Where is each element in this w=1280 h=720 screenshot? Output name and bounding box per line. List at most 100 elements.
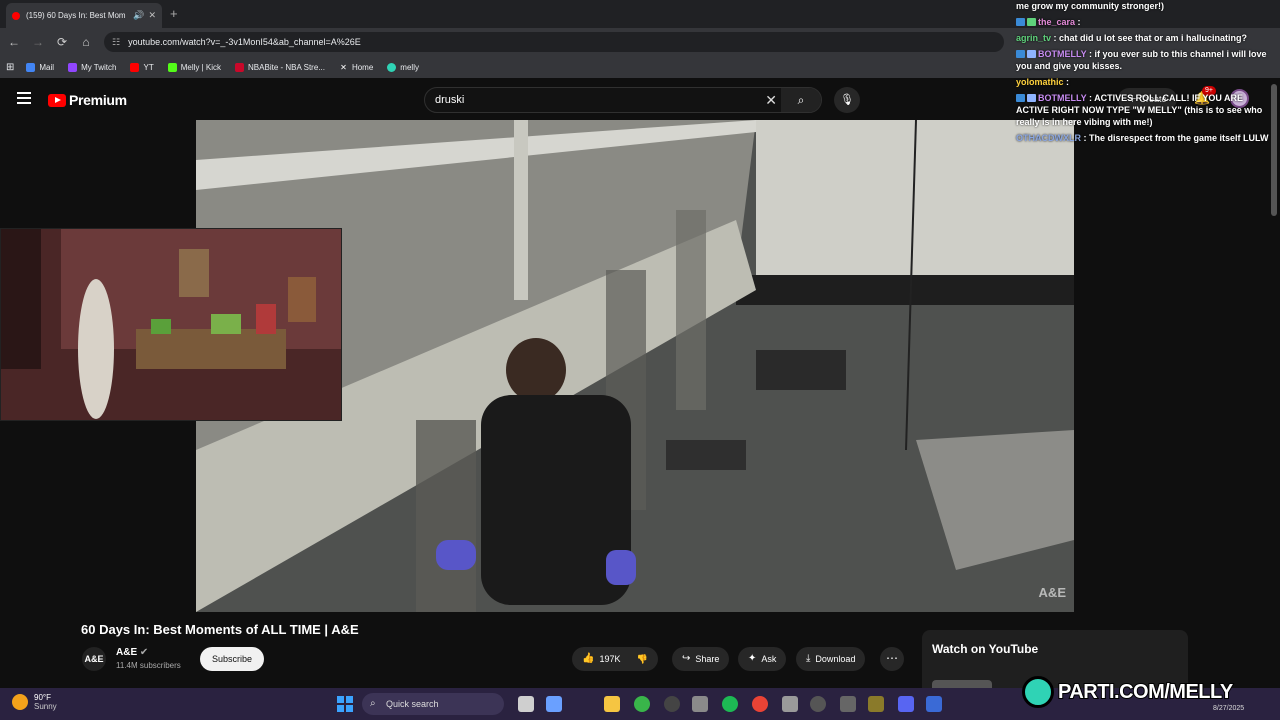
speaker-icon[interactable]: 🔊 (133, 10, 144, 21)
task-view-icon[interactable] (518, 696, 534, 712)
bookmark-melly[interactable]: melly (387, 62, 419, 72)
download-label: Download (815, 654, 856, 664)
chat-message: agrin_tv : chat did u lot see that or am… (1016, 32, 1272, 44)
bookmark-label: Melly | Kick (180, 62, 222, 72)
spotify-icon[interactable] (722, 696, 738, 712)
channel-name[interactable]: A&E ✔ (116, 647, 148, 658)
file-explorer-icon[interactable] (604, 696, 620, 712)
screen: (159) 60 Days In: Best Mom 🔊 ✕ + ← → ⟳ ⌂… (0, 0, 1280, 720)
bookmark-label: My Twitch (81, 62, 117, 72)
youtube-icon (130, 62, 140, 72)
bookmark-yt[interactable]: YT (130, 62, 154, 72)
chat-username: BOTMELLY (1038, 49, 1087, 59)
webcam-overlay (0, 228, 342, 421)
nba-icon (235, 62, 245, 72)
back-icon[interactable]: ← (2, 35, 26, 49)
app-icon[interactable] (782, 696, 798, 712)
copilot-icon[interactable] (546, 696, 562, 712)
microphone-icon[interactable]: 🎙 (834, 87, 860, 113)
address-bar[interactable]: ☷ youtube.com/watch?v=_-3v1MonI54&ab_cha… (104, 32, 1004, 52)
search-icon[interactable]: ⌕ (781, 88, 821, 112)
sun-icon (12, 694, 28, 710)
subscribe-button[interactable]: Subscribe (200, 647, 264, 671)
chat-username: BOTMELLY (1038, 93, 1087, 103)
bookmark-x-home[interactable]: ✕ Home (339, 63, 373, 72)
taskbar-search[interactable]: ⌕ Quick search (362, 693, 504, 715)
share-icon: ↪ (682, 653, 691, 664)
twitch-icon (68, 62, 78, 72)
tab-title: (159) 60 Days In: Best Mom (26, 11, 126, 20)
apps-icon[interactable]: ⊞ (6, 62, 14, 73)
forward-icon[interactable]: → (26, 35, 50, 49)
xbox-icon[interactable] (634, 696, 650, 712)
ask-label: Ask (761, 654, 777, 664)
chat-username: yolomathic (1016, 77, 1064, 87)
chat-text: me grow my community stronger!) (1016, 1, 1165, 11)
chat-username: OTHACDWXLR (1016, 133, 1081, 143)
channel-name-text: A&E (116, 647, 138, 658)
ask-button[interactable]: ✦ Ask (738, 647, 787, 671)
chrome-icon[interactable] (752, 696, 768, 712)
bookmark-mail[interactable]: Mail (26, 62, 54, 72)
chat-message: yolomathic : (1016, 76, 1272, 88)
chat-badge-icon (1027, 94, 1036, 102)
youtube-favicon-icon (12, 11, 20, 20)
like-count: 197K (599, 654, 621, 664)
obs-icon[interactable] (664, 696, 680, 712)
download-button[interactable]: ⤓ Download (796, 647, 866, 671)
close-tab-icon[interactable]: ✕ (148, 10, 156, 21)
parti-brand-overlay: PARTI.COM/MELLY (1022, 672, 1278, 712)
bookmark-label: Home (351, 62, 374, 72)
channel-avatar[interactable]: A&E (82, 647, 106, 671)
thumbs-up-icon: 👍 (582, 653, 595, 664)
clear-search-icon[interactable]: ✕ (765, 92, 777, 109)
store-icon[interactable] (692, 696, 708, 712)
scrollbar[interactable] (1271, 84, 1277, 216)
site-info-icon[interactable]: ☷ (112, 37, 120, 48)
windows-start-icon[interactable] (337, 696, 353, 712)
temperature: 90°F (34, 693, 51, 702)
watch-on-label: Watch on YouTube (932, 642, 1039, 656)
weather-condition: Sunny (34, 702, 57, 711)
app-icon[interactable] (868, 696, 884, 712)
mascot-icon (1022, 676, 1054, 708)
more-actions-icon[interactable]: ⋯ (880, 647, 904, 671)
dislike-icon[interactable]: 👎 (636, 647, 647, 671)
bookmark-label: YT (143, 62, 154, 72)
home-icon[interactable]: ⌂ (74, 35, 98, 49)
like-button[interactable]: 👍 197K 👎 (572, 647, 658, 671)
mail-icon (26, 62, 36, 72)
chat-message: BOTMELLY : ACTIVES ROLL CALL! IF YOU ARE… (1016, 92, 1272, 128)
chat-message: OTHACDWXLR : The disrespect from the gam… (1016, 132, 1272, 144)
chat-badge-icon (1027, 50, 1036, 58)
video-title: 60 Days In: Best Moments of ALL TIME | A… (81, 622, 359, 637)
chat-message: the_cara : (1016, 16, 1272, 28)
bookmark-label: melly (400, 62, 419, 72)
ae-watermark: A&E (1038, 585, 1066, 600)
chat-text: : The disrespect from the game itself LU… (1081, 133, 1269, 143)
chat-badge-icon (1027, 18, 1036, 26)
leaf-icon (387, 62, 397, 72)
weather-widget[interactable]: 90°F Sunny (12, 693, 57, 711)
search-input[interactable]: druski ✕ ⌕ (424, 87, 822, 113)
app-icon[interactable] (840, 696, 856, 712)
bookmark-kick[interactable]: Melly | Kick (167, 62, 222, 72)
bookmark-twitch[interactable]: My Twitch (68, 62, 117, 72)
chat-badge-icon (1016, 94, 1025, 102)
kick-icon (167, 62, 177, 72)
logo-text: Premium (69, 92, 127, 108)
discord-icon[interactable] (898, 696, 914, 712)
app-icon[interactable] (926, 696, 942, 712)
reload-icon[interactable]: ⟳ (50, 35, 74, 49)
new-tab-icon[interactable]: + (170, 6, 178, 21)
browser-tab[interactable]: (159) 60 Days In: Best Mom 🔊 ✕ (6, 3, 162, 28)
download-icon: ⤓ (806, 653, 811, 664)
bookmark-nbabite[interactable]: NBABite - NBA Stre... (235, 62, 325, 72)
subscriber-count: 11.4M subscribers (116, 661, 181, 670)
menu-icon[interactable] (17, 92, 31, 104)
search-value: druski (435, 94, 465, 106)
youtube-logo[interactable]: Premium (48, 92, 127, 108)
share-button[interactable]: ↪ Share (672, 647, 730, 671)
media-icon[interactable] (810, 696, 826, 712)
youtube-play-icon (48, 93, 66, 107)
